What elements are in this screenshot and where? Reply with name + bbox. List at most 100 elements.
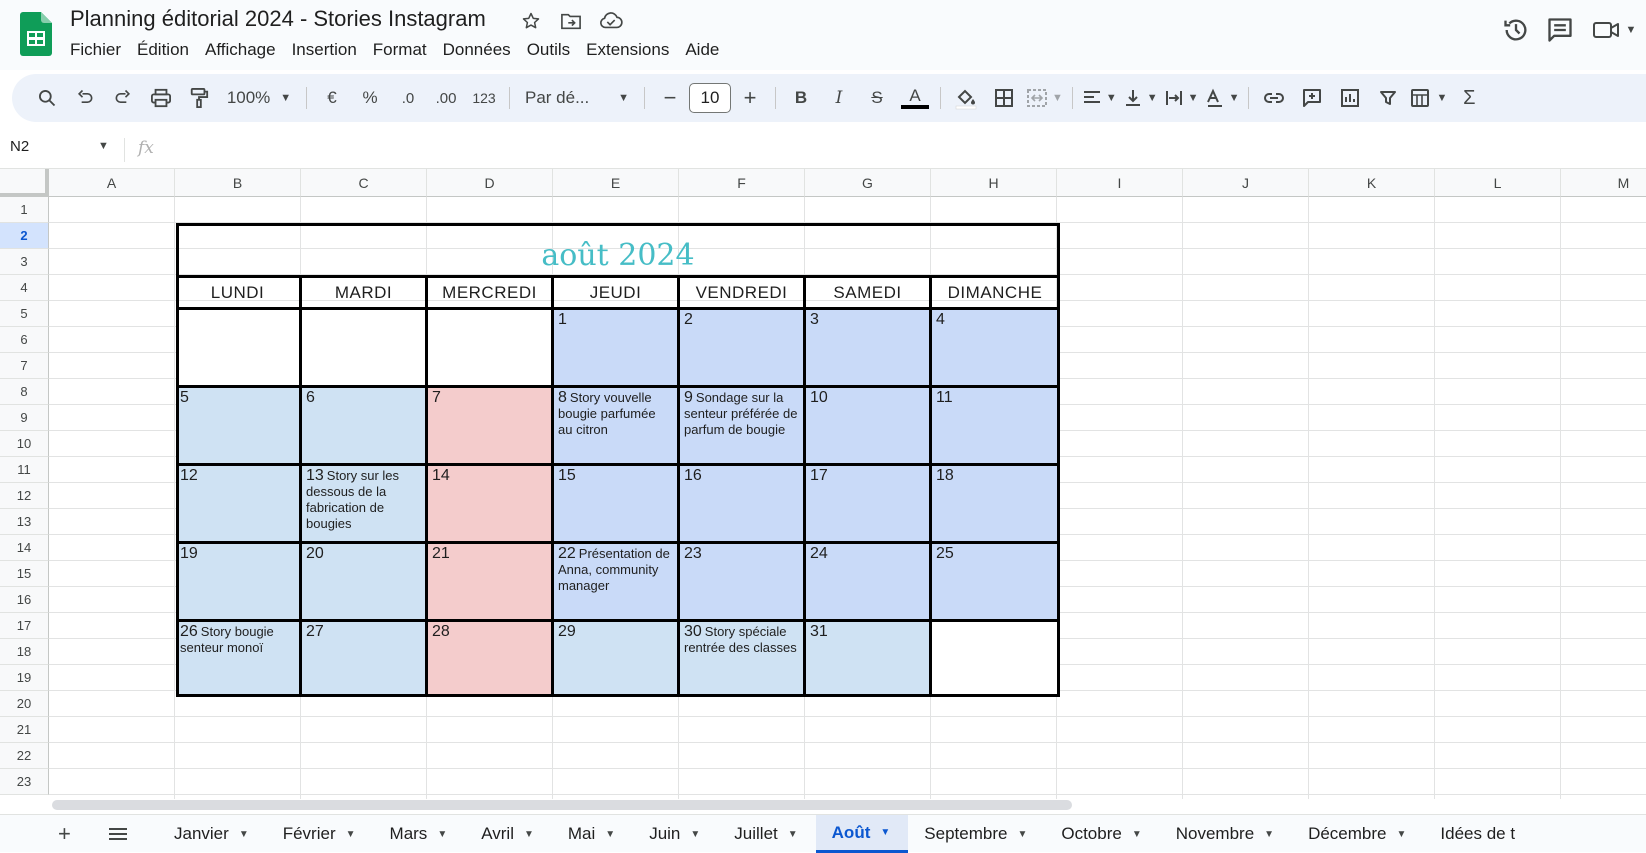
font-family-select[interactable]: Par dé... ▼ (519, 82, 635, 114)
row-header-19[interactable]: 19 (0, 665, 49, 691)
move-folder-icon[interactable] (558, 8, 584, 34)
text-wrapping-icon[interactable]: ▼ (1164, 82, 1199, 114)
print-icon[interactable] (145, 82, 177, 114)
column-header-k[interactable]: K (1309, 169, 1435, 197)
insert-link-icon[interactable] (1258, 82, 1290, 114)
sheet-tab[interactable]: Mai ▼ (552, 815, 633, 853)
menu-aide[interactable]: Aide (677, 38, 727, 62)
insert-chart-icon[interactable] (1334, 82, 1366, 114)
column-header-a[interactable]: A (49, 169, 175, 197)
font-size-input[interactable]: 10 (689, 83, 731, 113)
column-header-b[interactable]: B (175, 169, 301, 197)
number-format-button[interactable]: 123 (468, 82, 500, 114)
column-header-h[interactable]: H (931, 169, 1057, 197)
row-header-20[interactable]: 20 (0, 691, 49, 717)
row-header-1[interactable]: 1 (0, 197, 49, 223)
all-sheets-menu-icon[interactable] (108, 825, 128, 846)
row-header-8[interactable]: 8 (0, 379, 49, 405)
italic-button[interactable]: I (823, 82, 855, 114)
sheet-tab[interactable]: Avril ▼ (465, 815, 552, 853)
row-header-12[interactable]: 12 (0, 483, 49, 509)
chevron-down-icon[interactable]: ▼ (880, 827, 890, 838)
column-header-m[interactable]: M (1561, 169, 1646, 197)
search-menus-icon[interactable] (31, 82, 63, 114)
chevron-down-icon[interactable]: ▼ (1132, 829, 1142, 840)
filter-icon[interactable] (1372, 82, 1404, 114)
row-header-9[interactable]: 9 (0, 405, 49, 431)
row-header-3[interactable]: 3 (0, 249, 49, 275)
vertical-align-icon[interactable]: ▼ (1123, 82, 1158, 114)
decrease-font-size-button[interactable]: − (654, 82, 686, 114)
column-header-l[interactable]: L (1435, 169, 1561, 197)
merge-cells-icon[interactable]: ▼ (1026, 82, 1063, 114)
row-header-22[interactable]: 22 (0, 743, 49, 769)
strikethrough-button[interactable]: S (861, 82, 893, 114)
column-header-c[interactable]: C (301, 169, 427, 197)
horizontal-align-icon[interactable]: ▼ (1082, 82, 1117, 114)
select-all-corner[interactable] (0, 169, 49, 197)
horizontal-scrollbar[interactable] (52, 800, 1072, 810)
chevron-down-icon[interactable]: ▼ (1017, 829, 1027, 840)
increase-decimals-button[interactable]: .00 (430, 82, 462, 114)
column-header-i[interactable]: I (1057, 169, 1183, 197)
row-header-14[interactable]: 14 (0, 535, 49, 561)
add-sheet-icon[interactable]: + (58, 821, 71, 847)
menu-edition[interactable]: Édition (129, 38, 197, 62)
sheet-tab[interactable]: Septembre ▼ (908, 815, 1045, 853)
row-header-6[interactable]: 6 (0, 327, 49, 353)
decrease-decimals-button[interactable]: .0 (392, 82, 424, 114)
cloud-saved-icon[interactable] (598, 8, 624, 34)
menu-format[interactable]: Format (365, 38, 435, 62)
column-header-e[interactable]: E (553, 169, 679, 197)
menu-donnees[interactable]: Données (435, 38, 519, 62)
column-header-d[interactable]: D (427, 169, 553, 197)
column-header-j[interactable]: J (1183, 169, 1309, 197)
row-header-11[interactable]: 11 (0, 457, 49, 483)
row-header-10[interactable]: 10 (0, 431, 49, 457)
text-color-button[interactable]: A (899, 82, 931, 114)
sheet-tab[interactable]: Novembre ▼ (1160, 815, 1292, 853)
row-header-16[interactable]: 16 (0, 587, 49, 613)
sheets-logo-icon[interactable] (20, 12, 52, 56)
name-box[interactable]: N2 (10, 138, 29, 155)
menu-outils[interactable]: Outils (519, 38, 578, 62)
document-title[interactable]: Planning éditorial 2024 - Stories Instag… (70, 6, 486, 32)
row-header-21[interactable]: 21 (0, 717, 49, 743)
sheet-tab[interactable]: Juillet ▼ (718, 815, 815, 853)
sheet-tab[interactable]: Décembre ▼ (1292, 815, 1424, 853)
sheet-tab[interactable]: Février ▼ (267, 815, 374, 853)
functions-button[interactable]: Σ (1453, 82, 1485, 114)
undo-icon[interactable] (69, 82, 101, 114)
bold-button[interactable]: B (785, 82, 817, 114)
meet-video-icon[interactable]: ▼ (1582, 10, 1646, 50)
row-header-7[interactable]: 7 (0, 353, 49, 379)
redo-icon[interactable] (107, 82, 139, 114)
borders-icon[interactable] (988, 82, 1020, 114)
chevron-down-icon[interactable]: ▼ (605, 829, 615, 840)
version-history-icon[interactable] (1494, 10, 1538, 50)
chevron-down-icon[interactable]: ▼ (1264, 829, 1274, 840)
zoom-select[interactable]: 100% ▼ (221, 82, 297, 114)
sheet-tab[interactable]: Janvier ▼ (158, 815, 267, 853)
chevron-down-icon[interactable]: ▼ (690, 829, 700, 840)
sheet-tab[interactable]: Octobre ▼ (1045, 815, 1159, 853)
sheet-tab[interactable]: Idées de t (1424, 815, 1533, 853)
chevron-down-icon[interactable]: ▼ (346, 829, 356, 840)
row-header-18[interactable]: 18 (0, 639, 49, 665)
row-header-5[interactable]: 5 (0, 301, 49, 327)
menu-fichier[interactable]: Fichier (62, 38, 129, 62)
text-rotation-icon[interactable]: ▼ (1205, 82, 1239, 114)
row-header-2[interactable]: 2 (0, 223, 49, 249)
fill-color-icon[interactable] (950, 82, 982, 114)
chevron-down-icon[interactable]: ▼ (524, 829, 534, 840)
star-icon[interactable] (518, 8, 544, 34)
paint-format-icon[interactable] (183, 82, 215, 114)
menu-insertion[interactable]: Insertion (284, 38, 365, 62)
menu-extensions[interactable]: Extensions (578, 38, 677, 62)
row-header-13[interactable]: 13 (0, 509, 49, 535)
row-header-4[interactable]: 4 (0, 275, 49, 301)
chevron-down-icon[interactable]: ▼ (1397, 829, 1407, 840)
insert-comment-icon[interactable] (1296, 82, 1328, 114)
chevron-down-icon[interactable]: ▼ (239, 829, 249, 840)
sheet-tab[interactable]: Août ▼ (815, 815, 909, 853)
